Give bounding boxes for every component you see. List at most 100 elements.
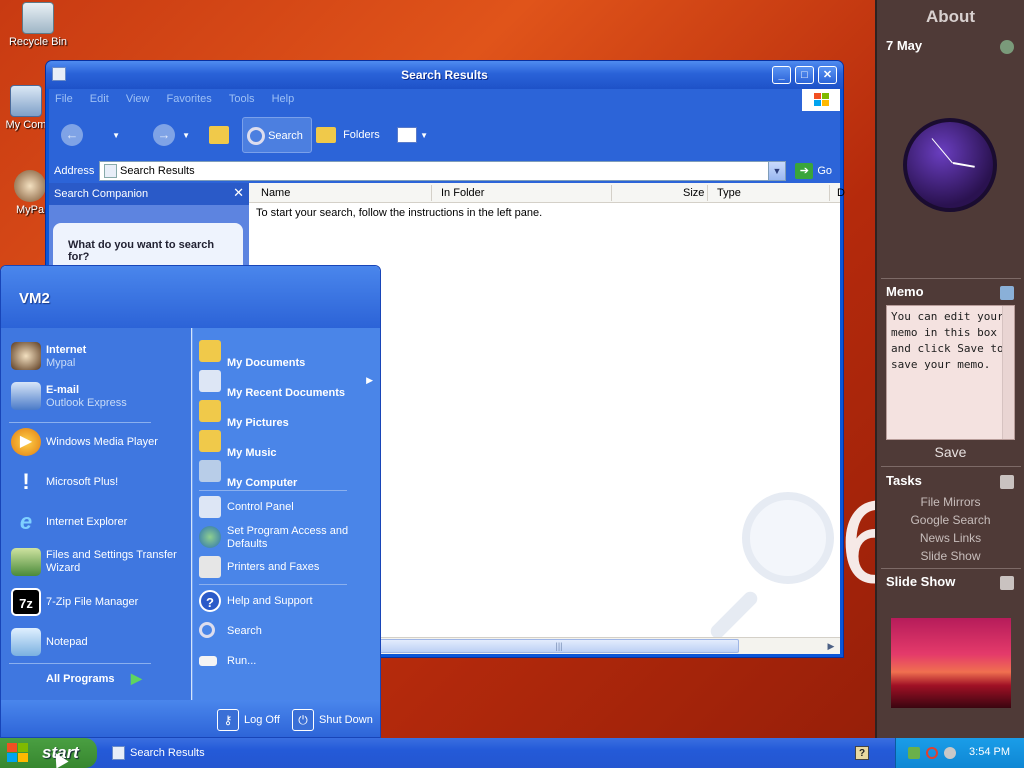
transfer-wizard-icon: [11, 548, 41, 576]
scroll-thumb[interactable]: |||: [379, 639, 739, 653]
folders-button[interactable]: Folders: [316, 117, 380, 153]
column-in-folder[interactable]: In Folder: [441, 187, 484, 199]
program-microsoft-plus[interactable]: ! Microsoft Plus!: [9, 466, 187, 498]
help-icon: ?: [199, 590, 221, 612]
memo-icon[interactable]: [1000, 286, 1014, 300]
pinned-subtitle: Outlook Express: [46, 397, 127, 409]
slideshow-image[interactable]: [891, 618, 1011, 708]
program-label: Windows Media Player: [46, 436, 158, 448]
program-7zip[interactable]: 7z 7-Zip File Manager: [9, 586, 187, 618]
menu-file[interactable]: File: [49, 89, 81, 105]
close-pane-icon[interactable]: ✕: [233, 185, 244, 201]
globe-icon[interactable]: [1000, 40, 1014, 54]
program-files-settings-transfer[interactable]: Files and Settings Transfer Wizard: [9, 546, 187, 578]
log-off-button[interactable]: ⚷ Log Off: [217, 708, 280, 732]
place-my-recent-documents[interactable]: My Recent Documents ▶: [199, 368, 377, 399]
taskbar-item-search-results[interactable]: Search Results: [106, 741, 266, 765]
address-dropdown[interactable]: ▼: [768, 162, 785, 180]
raccoon-icon: [14, 170, 46, 202]
memo-save-button[interactable]: Save: [877, 444, 1024, 460]
volume-icon[interactable]: [944, 747, 956, 759]
all-programs-button[interactable]: All Programs ▶: [46, 670, 142, 686]
menu-favorites[interactable]: Favorites: [161, 89, 220, 105]
start-button[interactable]: start: [0, 738, 97, 768]
menu-tools[interactable]: Tools: [223, 89, 263, 105]
place-search[interactable]: Search: [199, 618, 377, 646]
run-icon: [199, 656, 217, 666]
program-windows-media-player[interactable]: ▶ Windows Media Player: [9, 426, 187, 458]
pinned-internet[interactable]: Internet Mypal: [9, 340, 187, 372]
place-my-pictures[interactable]: My Pictures: [199, 398, 377, 429]
menu-help[interactable]: Help: [266, 89, 303, 105]
program-notepad[interactable]: Notepad: [9, 626, 187, 658]
address-value: Search Results: [120, 165, 195, 177]
desktop-icon-recycle-bin[interactable]: Recycle Bin: [0, 2, 76, 48]
network-icon[interactable]: [908, 747, 920, 759]
place-my-music[interactable]: My Music: [199, 428, 377, 459]
place-run[interactable]: Run...: [199, 648, 377, 676]
title-bar[interactable]: Search Results _ □ ✕: [46, 61, 843, 89]
menu-view[interactable]: View: [120, 89, 158, 105]
memo-scrollbar[interactable]: [1002, 306, 1014, 439]
help-icon[interactable]: ?: [855, 746, 869, 760]
menu-bar: File Edit View Favorites Tools Help: [49, 89, 840, 111]
pinned-email[interactable]: E-mail Outlook Express: [9, 380, 187, 412]
go-label: Go: [817, 164, 832, 177]
notepad-icon: [11, 628, 41, 656]
place-my-computer[interactable]: My Computer: [199, 458, 377, 489]
views-button[interactable]: ▼: [397, 117, 428, 153]
raccoon-icon: [11, 342, 41, 370]
tasks-icon[interactable]: [1000, 475, 1014, 489]
place-help-support[interactable]: ? Help and Support: [199, 588, 377, 616]
go-button[interactable]: ➔ Go: [795, 163, 832, 179]
column-date[interactable]: D: [837, 187, 845, 199]
place-label: Help and Support: [227, 595, 313, 607]
back-button[interactable]: ← ▼: [61, 117, 120, 153]
forward-arrow-icon: →: [153, 124, 175, 147]
clock-time[interactable]: 3:54 PM: [969, 746, 1010, 758]
minute-hand: [931, 138, 953, 164]
task-slide-show[interactable]: Slide Show: [877, 549, 1024, 563]
search-tray-icon[interactable]: [926, 747, 938, 759]
place-printers-faxes[interactable]: Printers and Faxes: [199, 554, 377, 582]
column-size[interactable]: Size: [683, 187, 704, 199]
recent-documents-icon: [199, 370, 221, 392]
place-my-documents[interactable]: My Documents: [199, 338, 377, 369]
column-headers: Name In Folder Size Type D: [249, 183, 845, 203]
place-set-program-access[interactable]: Set Program Access and Defaults: [199, 524, 377, 552]
desktop-icon-label: Recycle Bin: [8, 36, 68, 48]
slideshow-title: Slide Show: [886, 574, 956, 589]
menu-edit[interactable]: Edit: [84, 89, 117, 105]
memo-textarea[interactable]: You can edit your memo in this box and c…: [886, 305, 1015, 440]
scroll-right-icon[interactable]: ▶: [824, 639, 838, 653]
shut-down-button[interactable]: ⏻ Shut Down: [292, 708, 373, 732]
date-label: 7 May: [886, 38, 923, 53]
chevron-right-icon: ▶: [366, 375, 373, 385]
program-internet-explorer[interactable]: e Internet Explorer: [9, 506, 187, 538]
internet-explorer-icon: e: [19, 509, 33, 534]
up-folder-button[interactable]: [209, 117, 229, 153]
task-news-links[interactable]: News Links: [877, 531, 1024, 545]
column-type[interactable]: Type: [717, 187, 741, 199]
folder-up-icon: [209, 126, 229, 145]
magnifier-watermark-icon: [694, 492, 834, 642]
address-field[interactable]: Search Results ▼: [99, 161, 786, 181]
minimize-button[interactable]: _: [772, 66, 791, 84]
close-button[interactable]: ✕: [818, 66, 837, 84]
slideshow-icon[interactable]: [1000, 576, 1014, 590]
7zip-icon: 7z: [11, 588, 41, 616]
windows-flag-icon: [7, 743, 28, 762]
task-google-search[interactable]: Google Search: [877, 513, 1024, 527]
clock-widget: [903, 118, 997, 212]
place-control-panel[interactable]: Control Panel: [199, 494, 377, 522]
window-title: Search Results: [401, 68, 488, 82]
column-name[interactable]: Name: [261, 187, 290, 199]
control-panel-icon: [199, 496, 221, 518]
recycle-bin-icon: [22, 2, 54, 34]
maximize-button[interactable]: □: [795, 66, 814, 84]
forward-button[interactable]: → ▼: [153, 117, 190, 153]
task-file-mirrors[interactable]: File Mirrors: [877, 495, 1024, 509]
search-button[interactable]: Search: [242, 117, 312, 153]
companion-header: Search Companion ✕: [49, 183, 249, 205]
place-label: Printers and Faxes: [227, 561, 320, 573]
